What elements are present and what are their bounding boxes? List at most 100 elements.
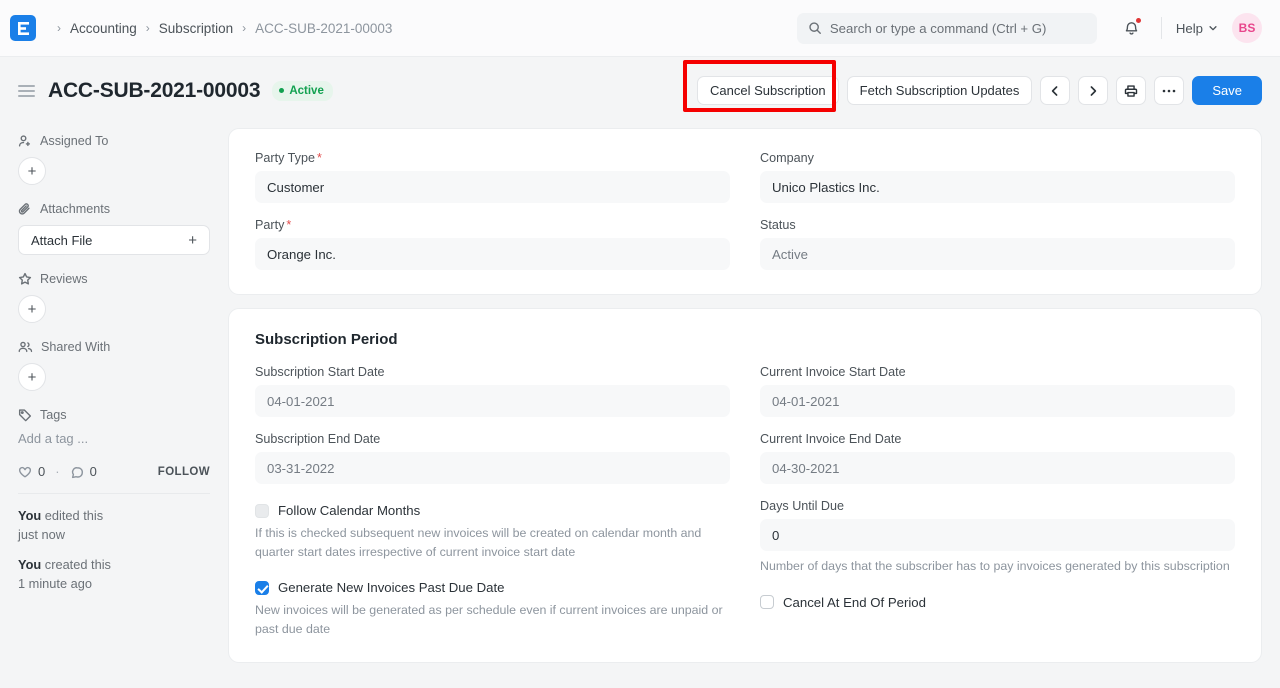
subscription-start-date-label: Subscription Start Date [255,365,730,379]
next-document-button[interactable] [1078,76,1108,105]
party-type-label: Party Type* [255,151,730,165]
generate-new-invoices-row[interactable]: Generate New Invoices Past Due Date [255,580,730,595]
page-actions-toolbar: Cancel Subscription Fetch Subscription U… [697,76,1262,105]
field-company: Company [760,151,1235,203]
print-button[interactable] [1116,76,1146,105]
tags-label: Tags [40,408,67,422]
shared-with-label: Shared With [41,340,110,354]
days-until-due-label: Days Until Due [760,499,1235,513]
breadcrumb-item-subscription[interactable]: Subscription [159,21,233,36]
follow-calendar-months-help: If this is checked subsequent new invoic… [255,524,730,561]
generate-new-invoices-help: New invoices will be generated as per sc… [255,601,730,638]
subscription-end-date-input[interactable] [255,452,730,484]
users-icon [18,340,33,354]
search-input[interactable] [830,21,1086,36]
current-invoice-end-date-input[interactable] [760,452,1235,484]
follow-calendar-months-checkbox[interactable] [255,504,269,518]
breadcrumb-item-accounting[interactable]: Accounting [70,21,137,36]
reviews-label: Reviews [40,272,88,286]
chevron-right-icon: › [57,22,61,34]
plus-icon: + [188,232,197,249]
notification-unread-dot [1136,18,1141,23]
previous-document-button[interactable] [1040,76,1070,105]
field-status: Status [760,218,1235,270]
field-days-until-due: Days Until Due Number of days that the s… [760,499,1235,576]
sidebar-footer: 0 · 0 FOLLOW You edited this just now Yo… [18,464,210,593]
current-invoice-end-date-label: Current Invoice End Date [760,432,1235,446]
follow-button[interactable]: FOLLOW [158,466,210,478]
chevron-down-icon [1208,23,1218,33]
cancel-subscription-button[interactable]: Cancel Subscription [697,76,839,105]
chevron-right-icon [1087,85,1099,97]
avatar[interactable]: BS [1232,13,1262,43]
field-party-type: Party Type* [255,151,730,203]
cancel-at-end-of-period-label: Cancel At End Of Period [783,595,926,610]
subscription-start-date-input[interactable] [255,385,730,417]
search-box[interactable] [797,13,1097,44]
fetch-subscription-updates-button[interactable]: Fetch Subscription Updates [847,76,1033,105]
help-menu-button[interactable]: Help [1176,21,1218,36]
attachments-label: Attachments [40,202,110,216]
notifications-button[interactable] [1117,13,1147,43]
follow-calendar-months-label: Follow Calendar Months [278,503,420,518]
field-follow-calendar-months: Follow Calendar Months If this is checke… [255,499,730,561]
generate-new-invoices-checkbox[interactable] [255,581,269,595]
tag-icon [18,408,32,422]
subscription-period-grid: Subscription Start Date Subscription End… [255,365,1235,638]
activity-time: just now [18,527,65,542]
status-label: Status [760,218,1235,232]
party-input[interactable] [255,238,730,270]
document-sidebar: Assigned To + Attachments Attach File + [0,124,228,688]
attach-file-button[interactable]: Attach File + [18,225,210,255]
comment-icon[interactable] [70,465,84,479]
activity-actor: You [18,557,41,572]
attach-file-label: Attach File [31,233,92,248]
party-type-input[interactable] [255,171,730,203]
form-area: Party Type* Party* Company [228,124,1280,688]
cancel-at-end-of-period-checkbox[interactable] [760,595,774,609]
follow-calendar-months-row[interactable]: Follow Calendar Months [255,503,730,518]
sidebar-section-attachments: Attachments Attach File + [18,202,210,255]
cancel-at-end-of-period-row[interactable]: Cancel At End Of Period [760,595,1235,610]
subscription-period-right-column: Current Invoice Start Date Current Invoi… [760,365,1235,638]
search-icon [808,21,822,35]
add-tag-input[interactable]: Add a tag ... [18,431,210,446]
add-assignment-button[interactable]: + [18,157,46,185]
attachments-header: Attachments [18,202,210,216]
more-actions-button[interactable] [1154,76,1184,105]
navbar-right-actions: Help BS [1117,13,1262,43]
sidebar-section-reviews: Reviews + [18,272,210,323]
subscription-end-date-label: Subscription End Date [255,432,730,446]
field-current-invoice-start-date: Current Invoice Start Date [760,365,1235,417]
company-label: Company [760,151,1235,165]
field-party: Party* [255,218,730,270]
current-invoice-start-date-input[interactable] [760,385,1235,417]
assigned-to-label: Assigned To [40,134,108,148]
help-label: Help [1176,21,1203,36]
field-subscription-start-date: Subscription Start Date [255,365,730,417]
activity-action: edited this [41,508,103,523]
field-current-invoice-end-date: Current Invoice End Date [760,432,1235,484]
breadcrumb: › Accounting › Subscription › ACC-SUB-20… [48,21,392,36]
status-dot-icon [279,88,284,93]
sidebar-toggle-icon[interactable] [18,85,35,97]
user-plus-icon [18,134,32,148]
add-share-button[interactable]: + [18,363,46,391]
page-header: ACC-SUB-2021-00003 Active Cancel Subscri… [0,57,1280,124]
activity-actor: You [18,508,41,523]
party-details-left-column: Party Type* Party* [255,151,730,270]
days-until-due-input[interactable] [760,519,1235,551]
required-asterisk: * [317,151,322,165]
company-input[interactable] [760,171,1235,203]
form-card-party-details: Party Type* Party* Company [228,128,1262,295]
like-count: 0 [38,464,45,479]
add-review-button[interactable]: + [18,295,46,323]
chevron-right-icon: › [242,22,246,34]
erpnext-logo-icon[interactable] [10,15,36,41]
page-body: Assigned To + Attachments Attach File + [0,124,1280,688]
heart-icon[interactable] [18,465,32,479]
subscription-period-left-column: Subscription Start Date Subscription End… [255,365,730,638]
status-input [760,238,1235,270]
save-button[interactable]: Save [1192,76,1262,105]
status-badge-label: Active [289,85,324,97]
